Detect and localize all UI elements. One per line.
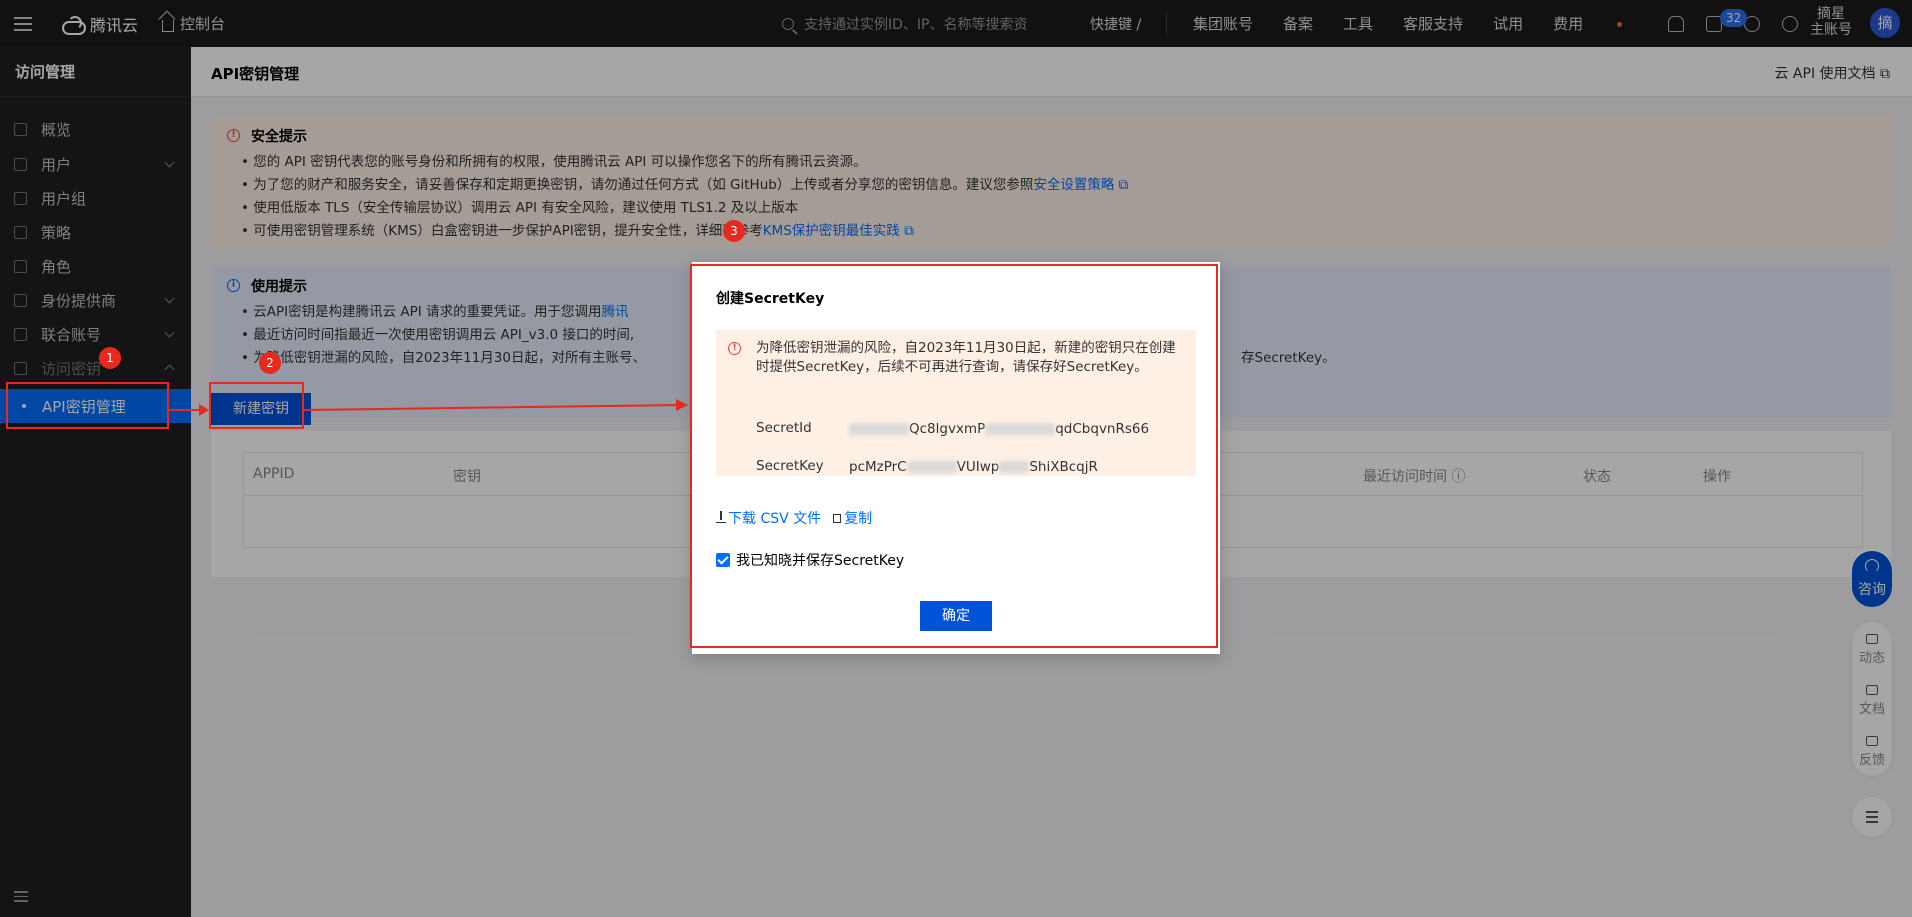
- annotation-number-3: 3: [723, 220, 745, 242]
- annotation-box-1: [6, 382, 169, 429]
- annotation-number-2: 2: [259, 352, 281, 374]
- annotation-box-2: [209, 382, 304, 429]
- annotation-number-1: 1: [99, 347, 121, 369]
- annotation-box-3: [690, 264, 1218, 648]
